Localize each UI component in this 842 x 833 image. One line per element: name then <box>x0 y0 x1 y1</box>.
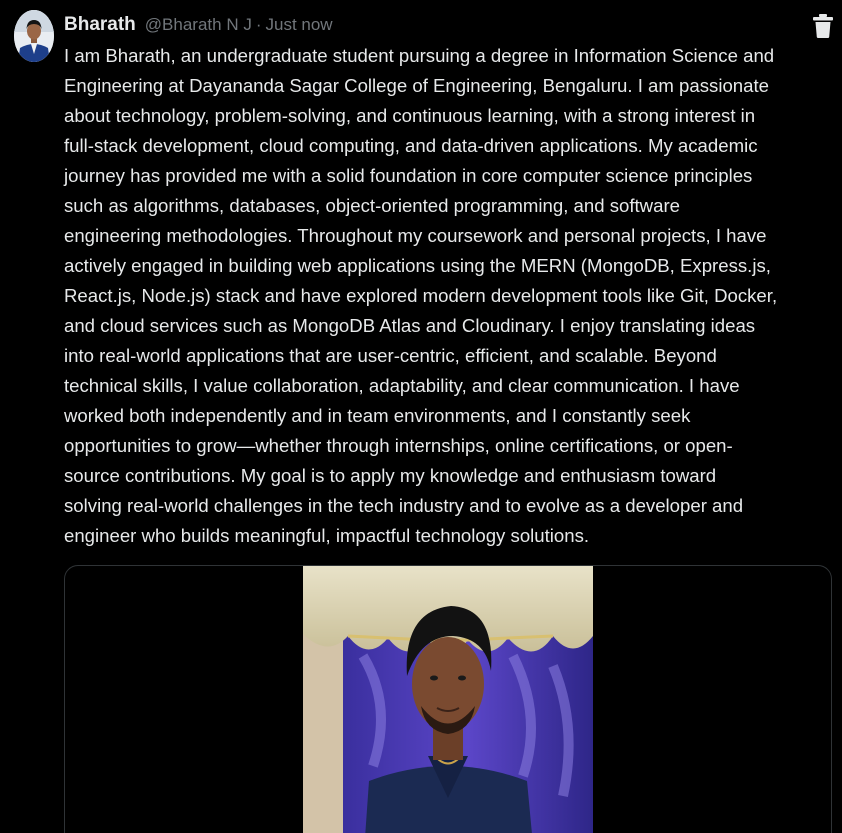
author-avatar[interactable] <box>14 10 54 62</box>
post-card: Bharath @Bharath N J · Just now I am Bha… <box>0 0 842 833</box>
meta-separator: · <box>255 15 262 34</box>
post-timestamp[interactable]: Just now <box>266 15 333 35</box>
author-name[interactable]: Bharath <box>64 14 136 36</box>
user-avatar-image <box>14 10 54 62</box>
profile-photo-image <box>303 566 593 833</box>
post-photo[interactable] <box>303 566 593 833</box>
post-media[interactable] <box>64 565 832 833</box>
author-handle[interactable]: @Bharath N J <box>145 15 252 35</box>
delete-post-button[interactable] <box>812 13 834 39</box>
post-text: I am Bharath, an undergraduate student p… <box>64 45 778 546</box>
trash-icon <box>813 14 833 38</box>
post-header: Bharath @Bharath N J · Just now <box>64 14 333 40</box>
